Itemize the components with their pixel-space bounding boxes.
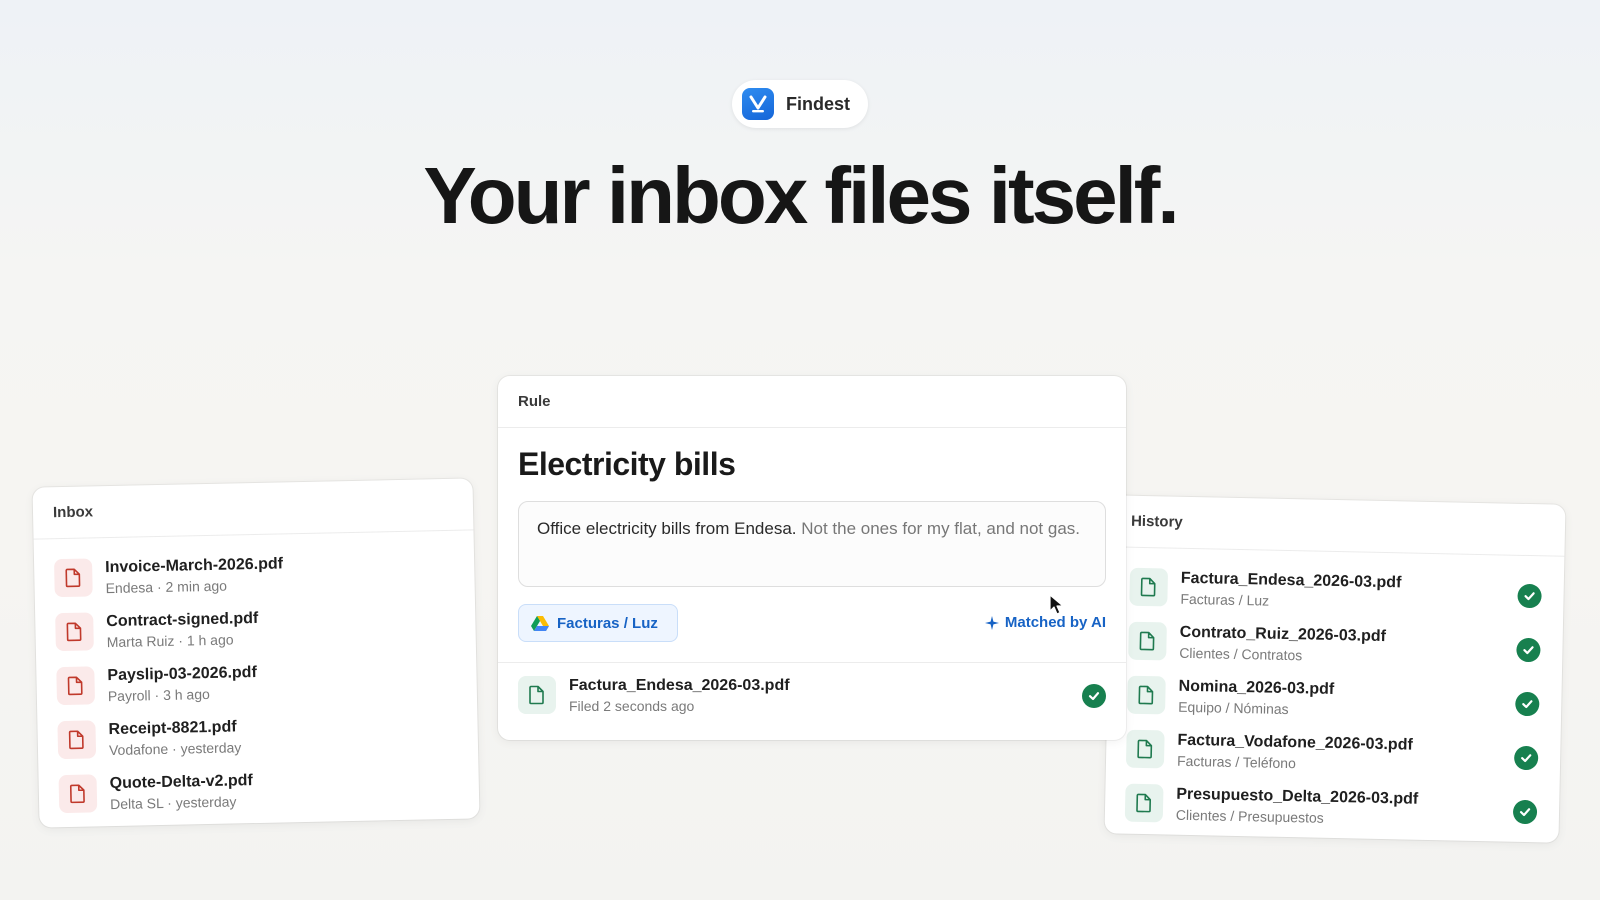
- history-item[interactable]: Factura_Endesa_2026-03.pdf Facturas / Lu…: [1109, 559, 1564, 622]
- file-meta: Facturas / Teléfono: [1176, 752, 1297, 771]
- check-icon: [1516, 637, 1541, 663]
- file-name: Quote-Delta-v2.pdf: [109, 771, 253, 792]
- file-meta: Clientes / Contratos: [1179, 644, 1303, 663]
- file-icon: [56, 666, 96, 706]
- rule-description[interactable]: Office electricity bills from Endesa. No…: [518, 501, 1106, 587]
- inbox-item[interactable]: Contract-signed.pdf Marta Ruiz · 1 h ago: [35, 596, 476, 659]
- rule-card: Rule Electricity bills Office electricit…: [498, 376, 1126, 740]
- rule-title: Electricity bills: [518, 446, 736, 482]
- file-icon: [1124, 783, 1164, 823]
- matched-by-ai-label: Matched by AI: [1004, 614, 1106, 631]
- history-item[interactable]: Nomina_2026-03.pdf Equipo / Nóminas: [1107, 667, 1562, 730]
- history-list: Factura_Endesa_2026-03.pdf Facturas / Lu…: [1105, 547, 1565, 838]
- rule-description-aside: Not the ones for my flat, and not gas.: [801, 519, 1080, 538]
- file-meta: Clientes / Presupuestos: [1175, 806, 1324, 826]
- check-icon: [1515, 691, 1540, 717]
- file-icon: [55, 612, 94, 652]
- inbox-header: Inbox: [32, 478, 474, 540]
- filed-result-item[interactable]: Factura_Endesa_2026-03.pdf Filed 2 secon…: [498, 668, 1126, 722]
- headline: Your inbox files itself.: [423, 151, 1179, 240]
- file-name: Nomina_2026-03.pdf: [1178, 677, 1335, 698]
- check-icon: [1082, 684, 1106, 708]
- matched-by-ai: Matched by AI: [984, 614, 1106, 631]
- check-icon: [1517, 583, 1542, 609]
- inbox-list: Invoice-March-2026.pdf Endesa · 2 min ag…: [34, 530, 480, 821]
- file-meta: Delta SL · yesterday: [109, 792, 237, 812]
- rule-divider: [498, 662, 1126, 663]
- history-card: History Factura_Endesa_2026-03.pdf Factu…: [1104, 495, 1566, 843]
- rule-description-main: Office electricity bills from Endesa.: [537, 519, 797, 538]
- rule-result: Factura_Endesa_2026-03.pdf Filed 2 secon…: [498, 668, 1126, 722]
- file-icon: [57, 720, 97, 760]
- sparkle-icon: [984, 615, 999, 630]
- file-icon: [58, 774, 98, 814]
- file-name: Contract-signed.pdf: [106, 609, 259, 630]
- file-name: Payslip-03-2026.pdf: [107, 663, 257, 684]
- file-icon: [1127, 675, 1166, 715]
- file-icon: [1129, 567, 1169, 607]
- rule-header: Rule: [498, 376, 1126, 428]
- check-icon: [1513, 745, 1539, 771]
- file-name: Factura_Endesa_2026-03.pdf: [569, 676, 790, 694]
- brand-name: Findest: [786, 93, 851, 114]
- file-meta: Equipo / Nóminas: [1178, 698, 1289, 717]
- history-item[interactable]: Contrato_Ruiz_2026-03.pdf Clientes / Con…: [1108, 613, 1563, 676]
- file-meta: Endesa · 2 min ago: [105, 577, 228, 596]
- history-item[interactable]: Factura_Vodafone_2026-03.pdf Facturas / …: [1106, 721, 1561, 784]
- file-icon: [1128, 621, 1167, 661]
- check-icon: [1512, 799, 1538, 825]
- file-meta: Facturas / Luz: [1180, 590, 1270, 609]
- file-name: Receipt-8821.pdf: [108, 717, 237, 738]
- file-meta: Marta Ruiz · 1 h ago: [106, 630, 234, 650]
- file-meta: Filed 2 seconds ago: [569, 697, 695, 714]
- file-icon: [518, 676, 556, 714]
- inbox-item[interactable]: Quote-Delta-v2.pdf Delta SL · yesterday: [38, 758, 479, 821]
- google-drive-icon: [531, 616, 549, 631]
- inbox-item[interactable]: Receipt-8821.pdf Vodafone · yesterday: [37, 704, 478, 767]
- inbox-item[interactable]: Invoice-March-2026.pdf Endesa · 2 min ag…: [34, 542, 475, 605]
- file-name: Invoice-March-2026.pdf: [104, 554, 284, 576]
- brand-logo-icon: [742, 88, 774, 120]
- history-item[interactable]: Presupuesto_Delta_2026-03.pdf Clientes /…: [1105, 775, 1560, 838]
- mouse-cursor-icon: [1049, 594, 1064, 615]
- brand-pill[interactable]: Findest: [732, 80, 868, 128]
- file-icon: [53, 558, 93, 598]
- file-meta: Vodafone · yesterday: [108, 738, 242, 758]
- inbox-card: Inbox Invoice-March-2026.pdf Endesa · 2 …: [32, 478, 480, 828]
- file-icon: [1125, 729, 1165, 769]
- destination-folder-label: Facturas / Luz: [557, 614, 658, 632]
- inbox-item[interactable]: Payslip-03-2026.pdf Payroll · 3 h ago: [36, 650, 477, 713]
- history-header: History: [1110, 495, 1566, 557]
- destination-folder-pill[interactable]: Facturas / Luz: [518, 604, 678, 642]
- file-meta: Payroll · 3 h ago: [107, 685, 210, 704]
